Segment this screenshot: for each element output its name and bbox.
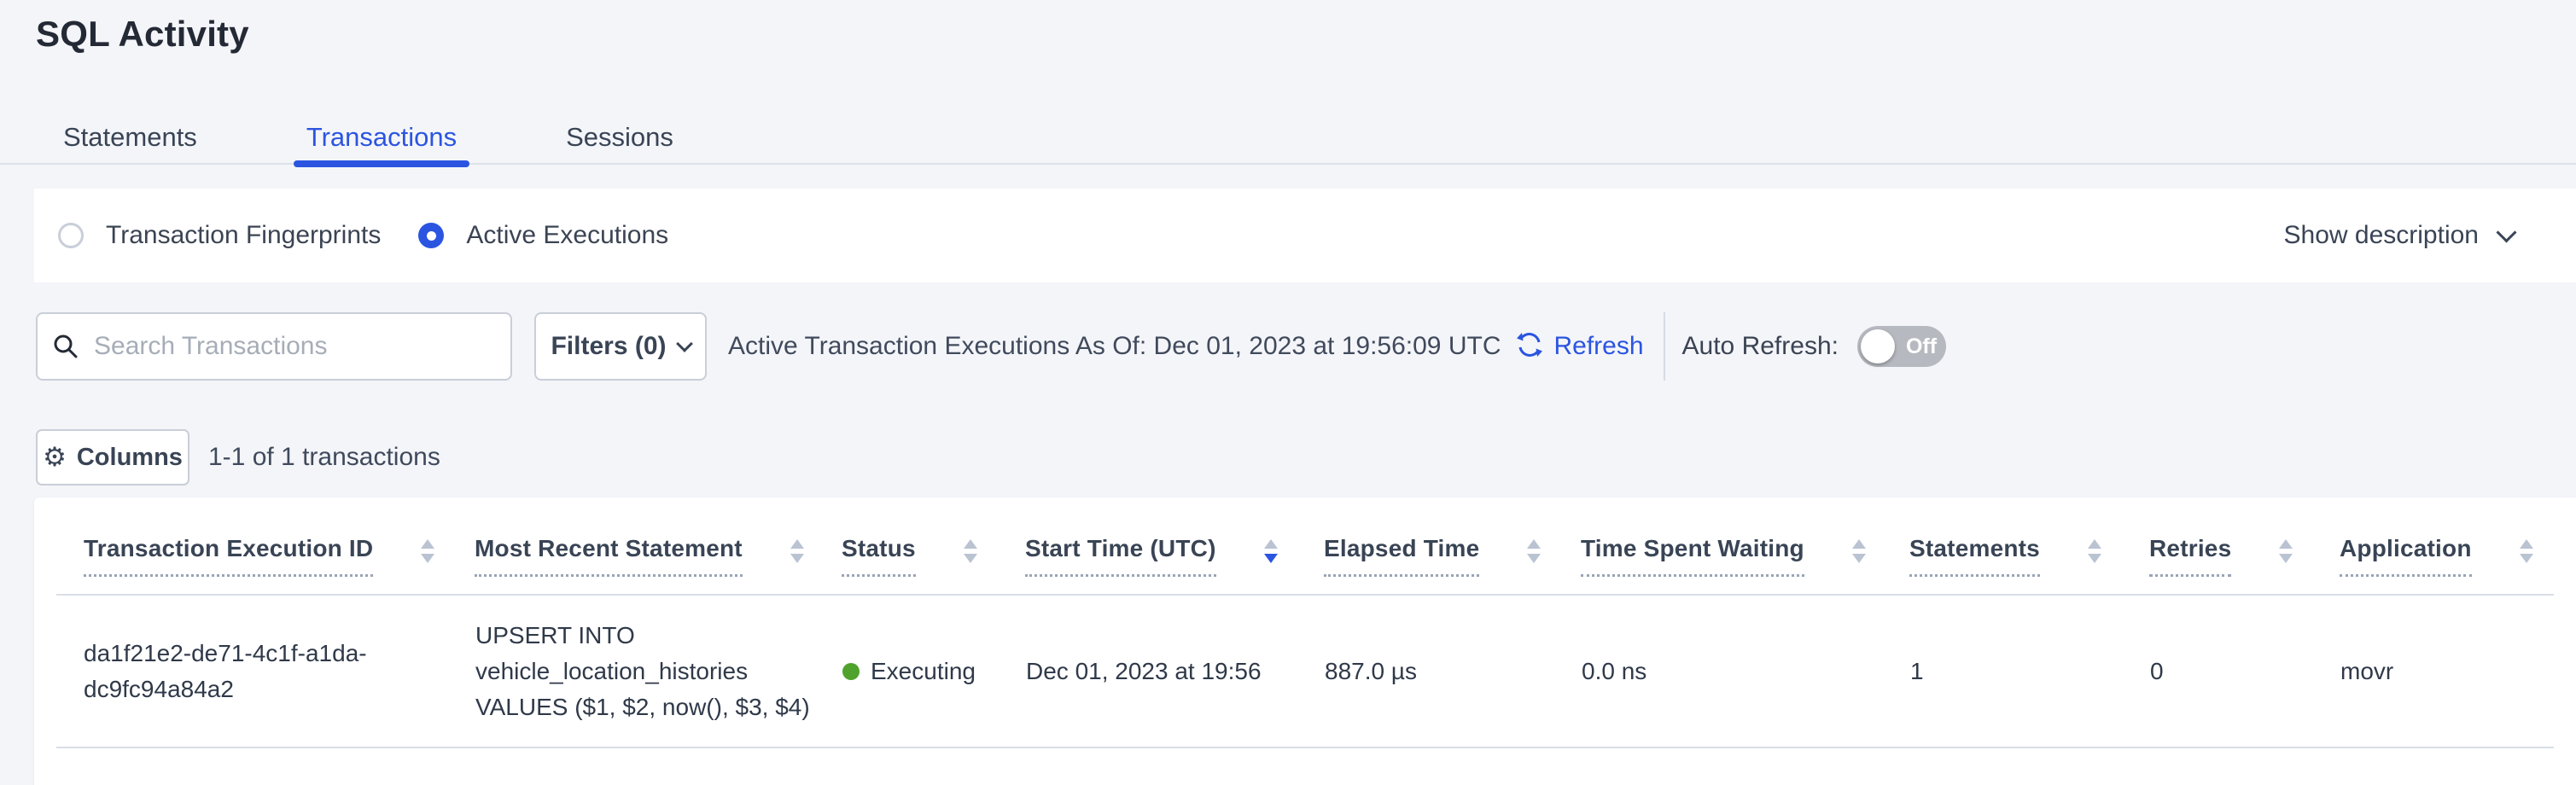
cell-transaction-execution-id[interactable]: da1f21e2-de71-4c1f-a1da-dc9fc94a84a2 [56,595,475,747]
column-header-status[interactable]: Status [842,497,1025,595]
chevron-down-icon [676,335,693,352]
toolbar-divider [1664,312,1665,381]
radio-transaction-fingerprints-label: Transaction Fingerprints [106,221,381,250]
sort-icons [1852,539,1866,563]
refresh-icon [1514,329,1545,364]
sort-icons [2279,539,2293,563]
auto-refresh-label: Auto Refresh: [1682,332,1839,361]
sort-desc-icon [2520,554,2533,563]
column-header-start-time[interactable]: Start Time (UTC) [1025,497,1324,595]
radio-unselected-icon[interactable] [58,223,84,248]
radio-active-executions[interactable]: Active Executions [418,221,668,250]
sort-asc-icon [790,539,804,549]
tab-transactions[interactable]: Transactions [294,112,469,163]
transactions-table-card: Transaction Execution ID Most Recent Sta… [34,497,2576,785]
refresh-label: Refresh [1553,332,1643,361]
refresh-button[interactable]: Refresh [1514,329,1643,364]
sort-icons [1264,539,1278,563]
columns-button-label: Columns [77,444,183,472]
sort-asc-icon [1852,539,1866,549]
radio-active-executions-label: Active Executions [466,221,668,250]
sort-desc-icon [421,554,434,563]
cell-retries: 0 [2149,595,2340,747]
cell-start-time: Dec 01, 2023 at 19:56 [1025,595,1324,747]
column-header-statements[interactable]: Statements [1909,497,2149,595]
sql-activity-page: SQL Activity Statements Transactions Ses… [0,0,2576,785]
status-dot-icon [842,663,860,680]
tab-statements-label: Statements [63,122,197,153]
table-controls: ⚙ Columns 1-1 of 1 transactions [36,429,440,486]
sort-desc-icon [1264,554,1278,563]
sort-asc-icon [1527,539,1541,549]
sort-asc-icon [2088,539,2101,549]
column-header-application[interactable]: Application [2340,497,2554,595]
filters-button[interactable]: Filters (0) [534,312,707,381]
sort-asc-icon [964,539,977,549]
sort-desc-icon [2279,554,2293,563]
sort-asc-icon [421,539,434,549]
transactions-table: Transaction Execution ID Most Recent Sta… [56,497,2554,748]
table-header-row: Transaction Execution ID Most Recent Sta… [56,497,2554,595]
auto-refresh-state: Off [1906,334,1937,359]
view-options-band: Transaction Fingerprints Active Executio… [34,189,2576,282]
cell-most-recent-statement: UPSERT INTO vehicle_location_histories V… [475,595,842,747]
show-description-label: Show description [2284,221,2479,250]
auto-refresh-toggle[interactable]: Off [1857,326,1946,367]
radio-selected-icon[interactable] [418,223,444,248]
sort-asc-icon [1264,539,1278,549]
show-description-toggle[interactable]: Show description [2284,189,2514,282]
sort-icons [421,539,434,563]
search-icon [51,332,80,365]
sort-desc-icon [964,554,977,563]
sort-icons [1527,539,1541,563]
tab-statements[interactable]: Statements [50,112,210,163]
sort-asc-icon [2279,539,2293,549]
search-box [36,312,512,381]
toggle-knob[interactable] [1861,329,1895,363]
sort-desc-icon [1527,554,1541,563]
page-title: SQL Activity [36,14,249,55]
gear-icon: ⚙ [43,445,67,471]
column-header-time-spent-waiting[interactable]: Time Spent Waiting [1581,497,1909,595]
tab-sessions[interactable]: Sessions [553,112,686,163]
sort-desc-icon [1852,554,1866,563]
column-header-transaction-execution-id[interactable]: Transaction Execution ID [56,497,475,595]
sort-icons [2088,539,2101,563]
sort-asc-icon [2520,539,2533,549]
tab-sessions-label: Sessions [566,122,673,153]
cell-elapsed-time: 887.0 µs [1324,595,1581,747]
status-label: Executing [871,654,976,689]
tab-bar: Statements Transactions Sessions [0,112,2576,165]
toolbar: Filters (0) Active Transaction Execution… [36,312,2576,381]
column-header-most-recent-statement[interactable]: Most Recent Statement [475,497,842,595]
search-input[interactable] [36,312,512,381]
radio-transaction-fingerprints[interactable]: Transaction Fingerprints [58,221,381,250]
sort-icons [2520,539,2533,563]
sort-desc-icon [790,554,804,563]
tab-transactions-label: Transactions [306,122,457,153]
cell-statements: 1 [1909,595,2149,747]
column-header-retries[interactable]: Retries [2149,497,2340,595]
cell-status: Executing [842,595,1025,747]
cell-application: movr [2340,595,2554,747]
as-of-text: Active Transaction Executions As Of: Dec… [728,332,1501,361]
sort-icons [790,539,804,563]
sort-icons [964,539,977,563]
sort-desc-icon [2088,554,2101,563]
results-summary: 1-1 of 1 transactions [208,443,440,472]
filters-button-label: Filters (0) [551,332,666,361]
table-row[interactable]: da1f21e2-de71-4c1f-a1da-dc9fc94a84a2 UPS… [56,595,2554,747]
column-header-elapsed-time[interactable]: Elapsed Time [1324,497,1581,595]
cell-time-spent-waiting: 0.0 ns [1581,595,1909,747]
chevron-down-icon [2496,222,2516,242]
columns-button[interactable]: ⚙ Columns [36,429,189,486]
